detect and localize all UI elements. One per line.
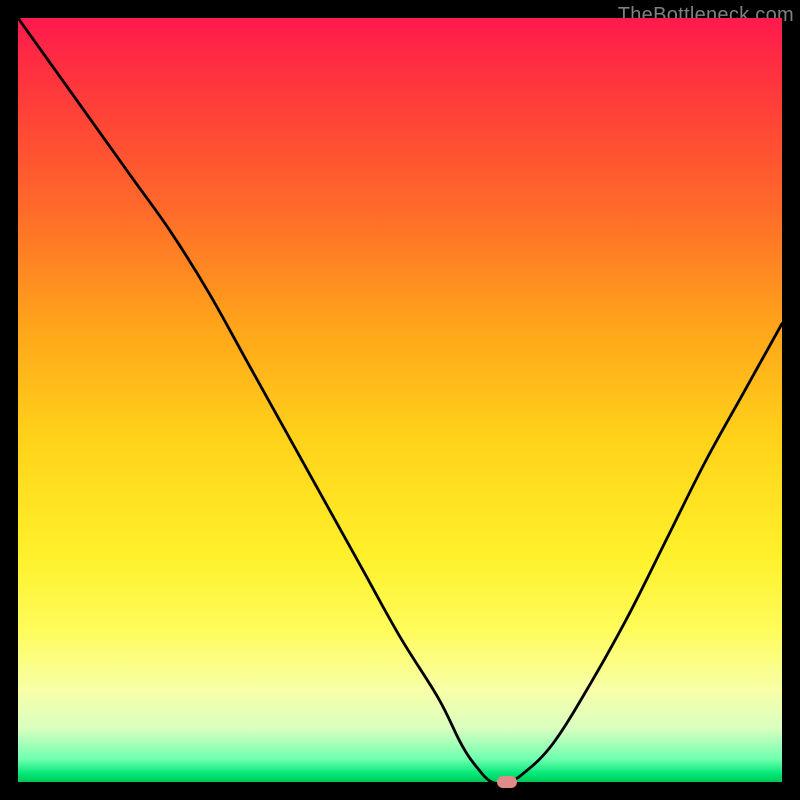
bottleneck-curve-path — [18, 18, 782, 782]
curve-svg — [18, 18, 782, 782]
bottleneck-chart: TheBottleneck.com — [0, 0, 800, 800]
plot-area — [18, 18, 782, 782]
optimal-point-marker — [497, 776, 517, 788]
